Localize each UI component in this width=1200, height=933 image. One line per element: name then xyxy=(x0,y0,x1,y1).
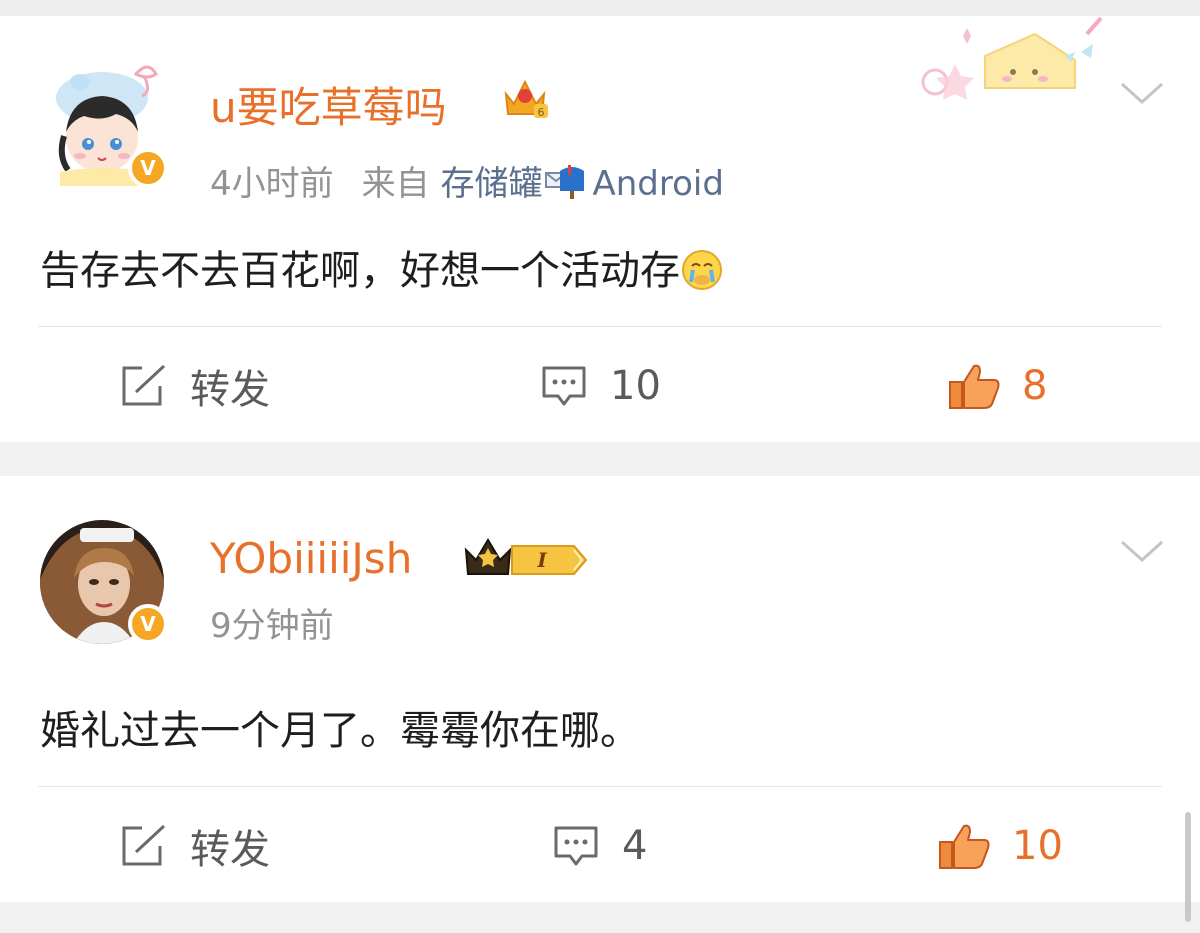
verified-badge: V xyxy=(128,148,168,188)
post-meta: 9分钟前 xyxy=(210,598,334,647)
like-count: 10 xyxy=(1012,823,1063,869)
scrollbar[interactable] xyxy=(1185,812,1191,922)
svg-text:6: 6 xyxy=(538,106,545,119)
username[interactable]: u要吃草莓吗 xyxy=(210,74,447,135)
comment-text: 婚礼过去一个月了。霉霉你在哪。 xyxy=(40,708,640,754)
from-label: 来自 xyxy=(361,164,430,204)
comment-text: 告存去不去百花啊，好想一个活动存 xyxy=(40,238,724,296)
comment-card: V YObiiiiiJsh I 9分钟前 婚礼过去一个月了。霉霉你在哪。 转发 xyxy=(0,476,1200,902)
post-time: 4小时前 xyxy=(210,164,334,204)
chevron-down-icon[interactable] xyxy=(1118,538,1166,566)
like-button[interactable]: 10 xyxy=(938,816,1063,876)
repost-icon xyxy=(120,364,168,408)
mailbox-icon xyxy=(545,165,585,199)
like-button[interactable]: 8 xyxy=(948,356,1047,416)
verified-badge: V xyxy=(128,604,168,644)
crown-icon: 6 xyxy=(504,79,548,119)
comment-icon xyxy=(552,824,600,868)
repost-label: 转发 xyxy=(190,827,270,873)
comment-button[interactable]: 4 xyxy=(552,816,647,876)
source-link[interactable]: 存储罐 Android xyxy=(440,164,723,204)
thumbs-up-icon xyxy=(948,362,1000,410)
cheese-decoration-icon xyxy=(921,16,1103,100)
repost-button[interactable]: 转发 xyxy=(120,356,270,416)
username[interactable]: YObiiiiiJsh xyxy=(210,534,412,583)
comment-icon xyxy=(540,364,588,408)
comment-count: 10 xyxy=(610,363,661,409)
thumbs-up-icon xyxy=(938,822,990,870)
chevron-down-icon[interactable] xyxy=(1118,80,1166,108)
post-meta: 4小时前 来自 存储罐 Android xyxy=(210,156,724,205)
repost-label: 转发 xyxy=(190,367,270,413)
repost-icon xyxy=(120,824,168,868)
top-band xyxy=(0,0,1200,16)
svg-text:I: I xyxy=(536,548,547,572)
comment-feed: V u要吃草莓吗 6 4小时前 来自 存储罐 Android 告存去不去百花啊，好想… xyxy=(0,0,1200,933)
divider xyxy=(38,786,1162,787)
comment-button[interactable]: 10 xyxy=(540,356,661,416)
crying-emoji-icon xyxy=(682,250,722,290)
like-count: 8 xyxy=(1022,363,1048,409)
comment-count: 4 xyxy=(622,823,648,869)
repost-button[interactable]: 转发 xyxy=(120,816,270,876)
post-time: 9分钟前 xyxy=(210,606,334,646)
comment-card: V u要吃草莓吗 6 4小时前 来自 存储罐 Android 告存去不去百花啊，好想… xyxy=(0,16,1200,442)
divider xyxy=(38,326,1162,327)
crown-icon: I xyxy=(464,538,588,575)
